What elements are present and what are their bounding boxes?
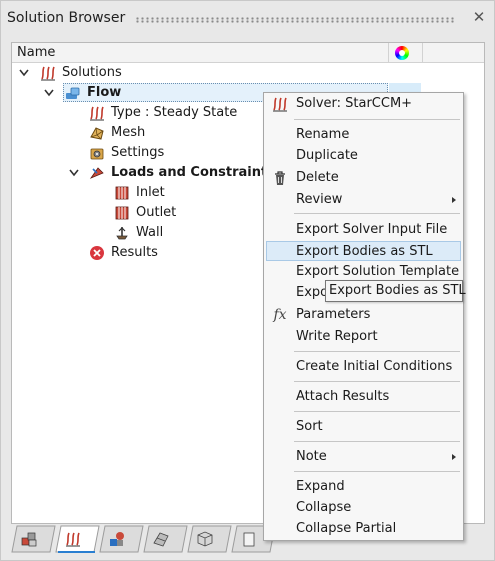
tree-label: Wall <box>136 225 164 240</box>
menu-item-collapse[interactable]: Collapse <box>266 498 461 518</box>
tree-label: Outlet <box>136 205 177 220</box>
menu-separator <box>294 351 460 352</box>
tab-parts[interactable] <box>99 525 144 553</box>
menu-label: Note <box>296 449 327 464</box>
tree-label: Loads and Constraints <box>111 165 275 180</box>
context-menu: Solver: StarCCM+ Rename Duplicate Delete… <box>263 92 464 541</box>
drag-grip[interactable] <box>135 17 455 23</box>
menu-item-rename[interactable]: Rename <box>266 125 461 145</box>
column-divider[interactable] <box>422 43 423 63</box>
wall-icon <box>114 225 130 241</box>
tab-model[interactable] <box>11 525 56 553</box>
close-icon[interactable]: ✕ <box>471 9 487 25</box>
menu-label: Export Bodies as STL <box>296 244 433 259</box>
tree-row-wall[interactable]: Wall <box>13 223 213 243</box>
tree-label: Inlet <box>136 185 165 200</box>
results-error-icon <box>89 245 105 261</box>
menu-label: Write Report <box>296 329 378 344</box>
column-header: Name <box>12 43 484 63</box>
tree-row-settings[interactable]: Settings <box>13 143 263 163</box>
loads-constraints-icon <box>89 165 105 181</box>
outlet-icon <box>114 205 130 221</box>
document-icon <box>240 530 258 548</box>
function-icon: fx <box>273 307 287 323</box>
trash-icon <box>272 170 288 186</box>
menu-item-delete[interactable]: Delete <box>266 168 461 188</box>
menu-item-export-solution-template[interactable]: Export Solution Template <box>266 262 461 282</box>
flow-solution-icon <box>65 85 81 101</box>
panel-title: Solution Browser <box>7 10 126 26</box>
menu-label: Expo <box>296 285 329 300</box>
menu-item-sort[interactable]: Sort <box>266 417 461 437</box>
menu-separator <box>294 471 460 472</box>
menu-item-review[interactable]: Review <box>266 190 461 210</box>
menu-item-attach-results[interactable]: Attach Results <box>266 387 461 407</box>
menu-label: Expand <box>296 479 345 494</box>
tooltip: Export Bodies as STL <box>325 280 466 302</box>
tree-label: Type : Steady State <box>111 105 238 120</box>
menu-label: Export Solution Template <box>296 264 460 279</box>
menu-label: Attach Results <box>296 389 390 404</box>
column-divider[interactable] <box>388 43 389 63</box>
menu-label: Duplicate <box>296 148 358 163</box>
tree-label: Settings <box>111 145 165 160</box>
menu-label: Sort <box>296 419 323 434</box>
menu-separator <box>294 213 460 214</box>
title-bar: Solution Browser ✕ <box>1 1 495 37</box>
cubes-icon <box>20 530 38 548</box>
menu-label: Delete <box>296 170 339 185</box>
menu-label: Review <box>296 192 343 207</box>
tree-row-loads[interactable]: Loads and Constraints <box>13 163 275 183</box>
tab-solution[interactable] <box>55 525 100 553</box>
menu-separator <box>294 119 460 120</box>
tree-row-solutions[interactable]: Solutions <box>13 63 373 83</box>
menu-label: Solver: StarCCM+ <box>296 96 413 111</box>
menu-separator <box>294 441 460 442</box>
tab-geometry[interactable] <box>143 525 188 553</box>
menu-item-export-bodies-stl[interactable]: Export Bodies as STL <box>266 241 461 261</box>
mesh-icon <box>89 125 105 141</box>
solver-icon <box>272 96 288 112</box>
settings-icon <box>89 145 105 161</box>
menu-item-expand[interactable]: Expand <box>266 477 461 497</box>
menu-label: Rename <box>296 127 350 142</box>
tree-row-results[interactable]: Results <box>13 243 213 263</box>
tree-row-type[interactable]: Type : Steady State <box>13 103 263 123</box>
box-icon <box>196 530 214 548</box>
solver-icon <box>64 530 82 548</box>
menu-item-parameters[interactable]: fx Parameters <box>266 305 461 325</box>
column-name-header[interactable]: Name <box>17 45 55 60</box>
menu-label: Export Solver Input File <box>296 222 448 237</box>
menu-item-collapse-partial[interactable]: Collapse Partial <box>266 519 461 539</box>
menu-label: Collapse <box>296 500 352 515</box>
color-wheel-icon[interactable] <box>395 46 409 60</box>
menu-separator <box>294 381 460 382</box>
menu-item-note[interactable]: Note <box>266 447 461 467</box>
tree-row-mesh[interactable]: Mesh <box>13 123 263 143</box>
surface-icon <box>152 530 170 548</box>
tree-label: Flow <box>87 85 122 100</box>
solver-icon <box>40 65 56 81</box>
inlet-icon <box>114 185 130 201</box>
menu-item-solver[interactable]: Solver: StarCCM+ <box>266 94 461 114</box>
tree-label: Mesh <box>111 125 146 140</box>
menu-item-create-initial-conditions[interactable]: Create Initial Conditions <box>266 357 461 377</box>
tree-row-outlet[interactable]: Outlet <box>13 203 213 223</box>
menu-label: Collapse Partial <box>296 521 397 536</box>
menu-label: Create Initial Conditions <box>296 359 453 374</box>
tree-row-inlet[interactable]: Inlet <box>13 183 213 203</box>
menu-separator <box>294 411 460 412</box>
shapes-icon <box>108 530 126 548</box>
tree-label: Solutions <box>62 65 122 80</box>
menu-item-write-report[interactable]: Write Report <box>266 327 461 347</box>
menu-item-export-solver-input[interactable]: Export Solver Input File <box>266 220 461 240</box>
tree-label: Results <box>111 245 158 260</box>
tab-assembly[interactable] <box>187 525 232 553</box>
solver-type-icon <box>89 105 105 121</box>
menu-label: Parameters <box>296 307 371 322</box>
menu-item-duplicate[interactable]: Duplicate <box>266 146 461 166</box>
